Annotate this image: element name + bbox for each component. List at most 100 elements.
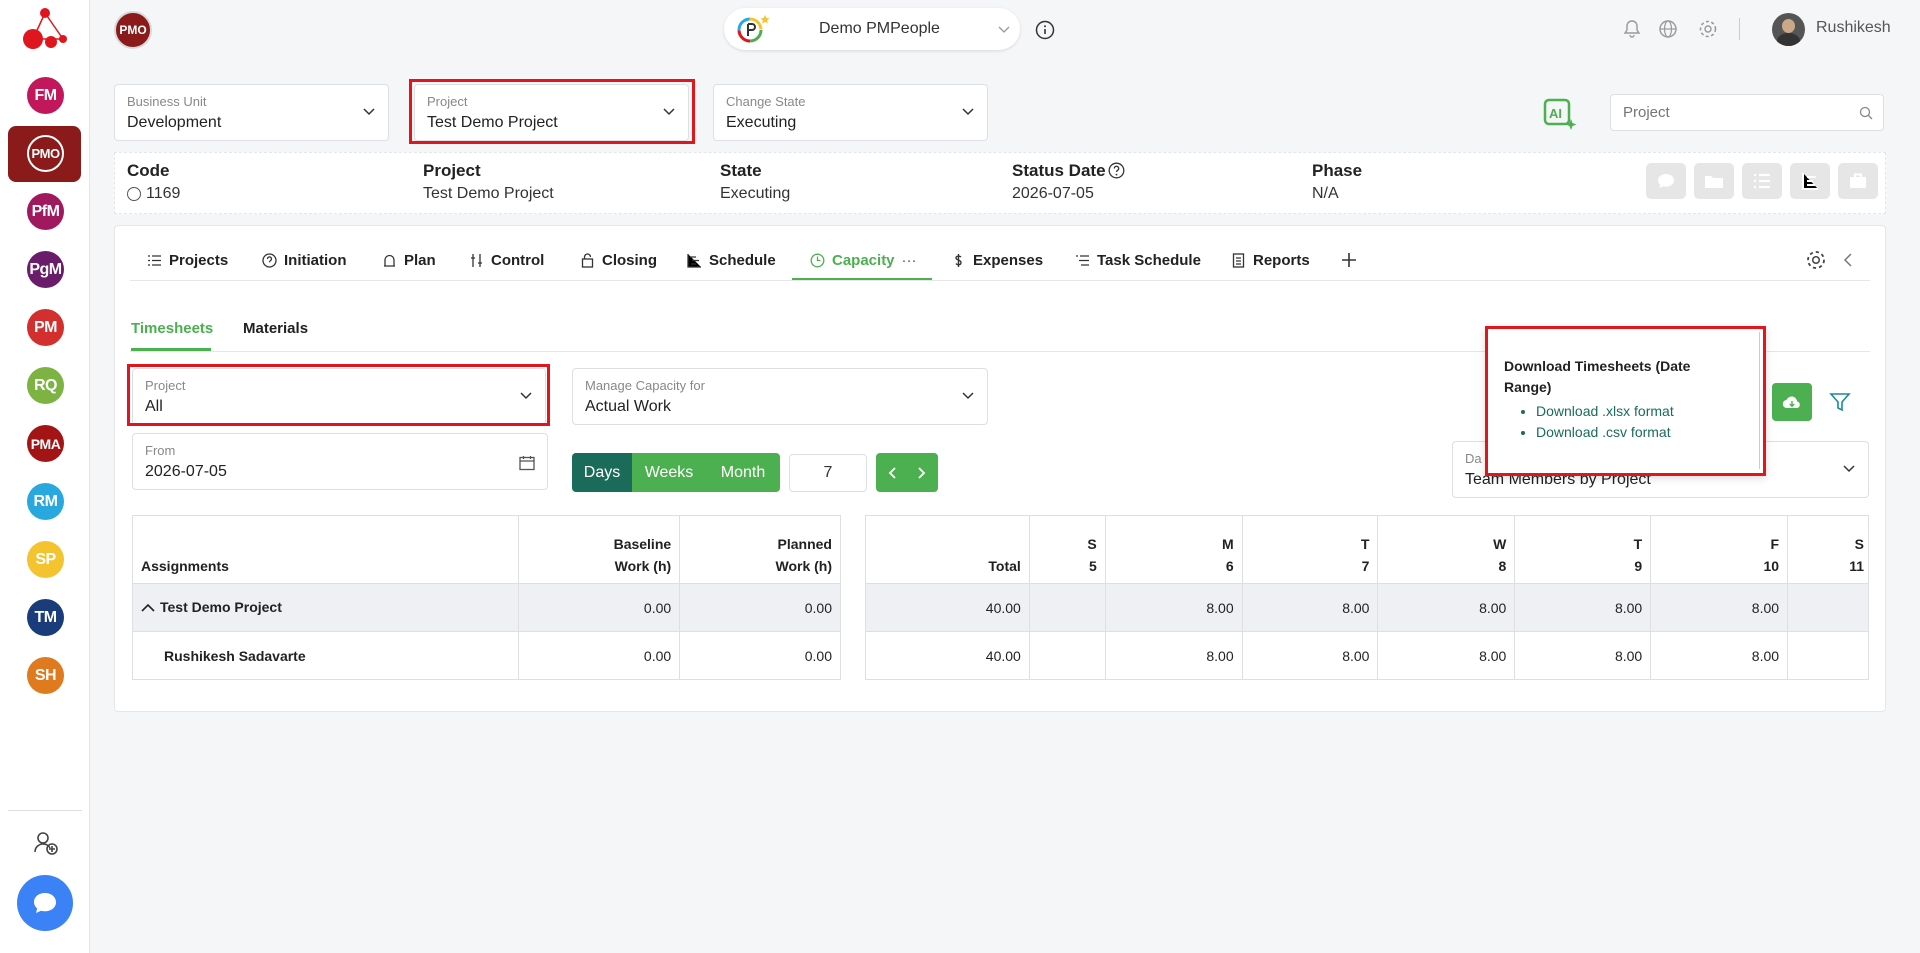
- baseline-work-header: Baseline Work (h): [518, 515, 681, 584]
- tab-control[interactable]: Control: [469, 252, 544, 269]
- from-label: From: [145, 443, 176, 458]
- module-pma[interactable]: PMA: [27, 425, 64, 462]
- tab-schedule[interactable]: Schedule: [687, 252, 776, 269]
- module-fm[interactable]: FM: [27, 77, 64, 114]
- tab-projects[interactable]: Projects: [147, 252, 228, 269]
- hours-cell[interactable]: [1787, 583, 1869, 632]
- globe-icon[interactable]: [1658, 19, 1678, 39]
- tab-task-schedule[interactable]: Task Schedule: [1075, 252, 1201, 269]
- timesheet-grid: Total S5 M6 T7 W8 T9 F 10 S 11 40.00 8.00 …: [865, 515, 1869, 680]
- list-button[interactable]: [1742, 163, 1782, 199]
- change-state-select[interactable]: Change State Executing: [713, 84, 988, 141]
- chevron-down-icon: [998, 26, 1010, 33]
- manage-capacity-select[interactable]: Manage Capacity for Actual Work: [572, 368, 988, 425]
- from-date-field[interactable]: From 2026-07-05: [132, 433, 548, 490]
- assignments-header: Assignments: [131, 515, 520, 584]
- module-pfm[interactable]: PfM: [27, 193, 64, 230]
- comments-button[interactable]: [1646, 163, 1686, 199]
- period-count-input[interactable]: 7: [789, 454, 867, 492]
- search-icon[interactable]: [1859, 106, 1873, 120]
- collapse-icon[interactable]: [1841, 252, 1855, 268]
- add-tab-icon[interactable]: [1341, 252, 1357, 268]
- module-sh[interactable]: SH: [27, 657, 64, 694]
- month-button[interactable]: Month: [706, 453, 780, 492]
- business-unit-select[interactable]: Business Unit Development: [114, 84, 389, 141]
- hours-cell[interactable]: 8.00: [1650, 631, 1789, 680]
- module-sp[interactable]: SP: [27, 541, 64, 578]
- filter-icon[interactable]: [1829, 391, 1851, 413]
- code-radio[interactable]: [127, 187, 141, 201]
- hours-cell[interactable]: 8.00: [1514, 631, 1652, 680]
- user-name[interactable]: Rushikesh: [1816, 19, 1891, 37]
- search-bar[interactable]: [1610, 94, 1884, 131]
- hours-cell[interactable]: 8.00: [1514, 583, 1652, 632]
- control-icon: [471, 254, 482, 267]
- search-input[interactable]: [1611, 95, 1851, 130]
- table-row[interactable]: Rushikesh Sadavarte 0.00 0.00: [131, 631, 841, 680]
- settings-icon[interactable]: [1805, 249, 1827, 271]
- tab-reports[interactable]: Reports: [1231, 252, 1310, 269]
- table-row[interactable]: 40.00 8.00 8.00 8.00 8.00 8.00: [865, 631, 1869, 680]
- module-pgm[interactable]: PgM: [27, 251, 64, 288]
- task-list-icon: [1076, 255, 1089, 266]
- user-avatar[interactable]: [1772, 13, 1805, 46]
- hours-cell[interactable]: 8.00: [1377, 631, 1516, 680]
- module-tm[interactable]: TM: [27, 599, 64, 636]
- download-xlsx-link[interactable]: Download .xlsx format: [1536, 401, 1674, 422]
- hours-cell[interactable]: 8.00: [1241, 583, 1379, 632]
- chat-button[interactable]: [17, 875, 73, 931]
- table-row[interactable]: 40.00 8.00 8.00 8.00 8.00 8.00: [865, 583, 1869, 632]
- download-csv-link[interactable]: Download .csv format: [1536, 422, 1674, 443]
- download-button[interactable]: [1772, 383, 1812, 421]
- table-row[interactable]: Test Demo Project 0.00 0.00: [131, 583, 841, 632]
- hours-cell[interactable]: 8.00: [1377, 583, 1516, 632]
- hours-cell[interactable]: 8.00: [1104, 631, 1243, 680]
- chevron-right-icon[interactable]: [916, 467, 926, 479]
- project-info-label: Project: [423, 161, 481, 180]
- chevron-down-icon: [962, 108, 974, 116]
- hours-cell[interactable]: [1028, 631, 1106, 680]
- calendar-icon[interactable]: [519, 455, 535, 471]
- tab-closing[interactable]: Closing: [580, 252, 657, 269]
- hours-cell[interactable]: 8.00: [1650, 583, 1789, 632]
- module-pm[interactable]: PM: [27, 309, 64, 346]
- tab-initiation[interactable]: Initiation: [262, 252, 347, 269]
- header-divider: [1739, 18, 1740, 40]
- project-info-bar: [114, 152, 1886, 214]
- more-icon[interactable]: ···: [902, 252, 917, 269]
- tab-plan[interactable]: Plan: [382, 252, 436, 269]
- day-header: T7: [1241, 515, 1379, 584]
- tab-expenses[interactable]: Expenses: [951, 252, 1043, 269]
- collapse-row-icon[interactable]: [141, 600, 155, 616]
- ai-icon[interactable]: AI: [1543, 97, 1577, 131]
- bell-icon[interactable]: [1622, 19, 1642, 39]
- app-logo-icon[interactable]: [20, 5, 70, 49]
- assignments-table: Assignments Baseline Work (h) Planned Work…: [131, 515, 841, 680]
- hours-cell[interactable]: [1787, 631, 1869, 680]
- hours-cell[interactable]: 8.00: [1241, 631, 1379, 680]
- briefcase-button[interactable]: [1838, 163, 1878, 199]
- hours-cell[interactable]: [1028, 583, 1106, 632]
- info-icon[interactable]: [1035, 20, 1055, 40]
- tab-capacity[interactable]: Capacity ···: [810, 252, 917, 269]
- folder-button[interactable]: [1694, 163, 1734, 199]
- organization-selector[interactable]: Demo PMPeople: [724, 8, 1020, 50]
- add-user-icon[interactable]: [33, 830, 59, 856]
- days-button[interactable]: Days: [572, 453, 632, 492]
- state-label: State: [720, 161, 762, 180]
- module-pmo[interactable]: PMO: [27, 135, 64, 172]
- workspace-avatar[interactable]: PMO: [114, 11, 152, 49]
- module-rq[interactable]: RQ: [27, 367, 64, 404]
- subtab-timesheets[interactable]: Timesheets: [131, 320, 213, 337]
- total-header: Total: [865, 515, 1030, 584]
- chevron-left-icon[interactable]: [888, 467, 898, 479]
- hierarchy-button[interactable]: [1790, 163, 1830, 199]
- help-icon[interactable]: [1108, 162, 1125, 179]
- weeks-button[interactable]: Weeks: [632, 453, 706, 492]
- hours-cell[interactable]: 8.00: [1104, 583, 1243, 632]
- comment-icon: [1658, 174, 1674, 188]
- subtab-materials[interactable]: Materials: [243, 320, 308, 337]
- day-header: M6: [1104, 515, 1243, 584]
- gear-icon[interactable]: [1698, 19, 1718, 39]
- module-rm[interactable]: RM: [27, 483, 64, 520]
